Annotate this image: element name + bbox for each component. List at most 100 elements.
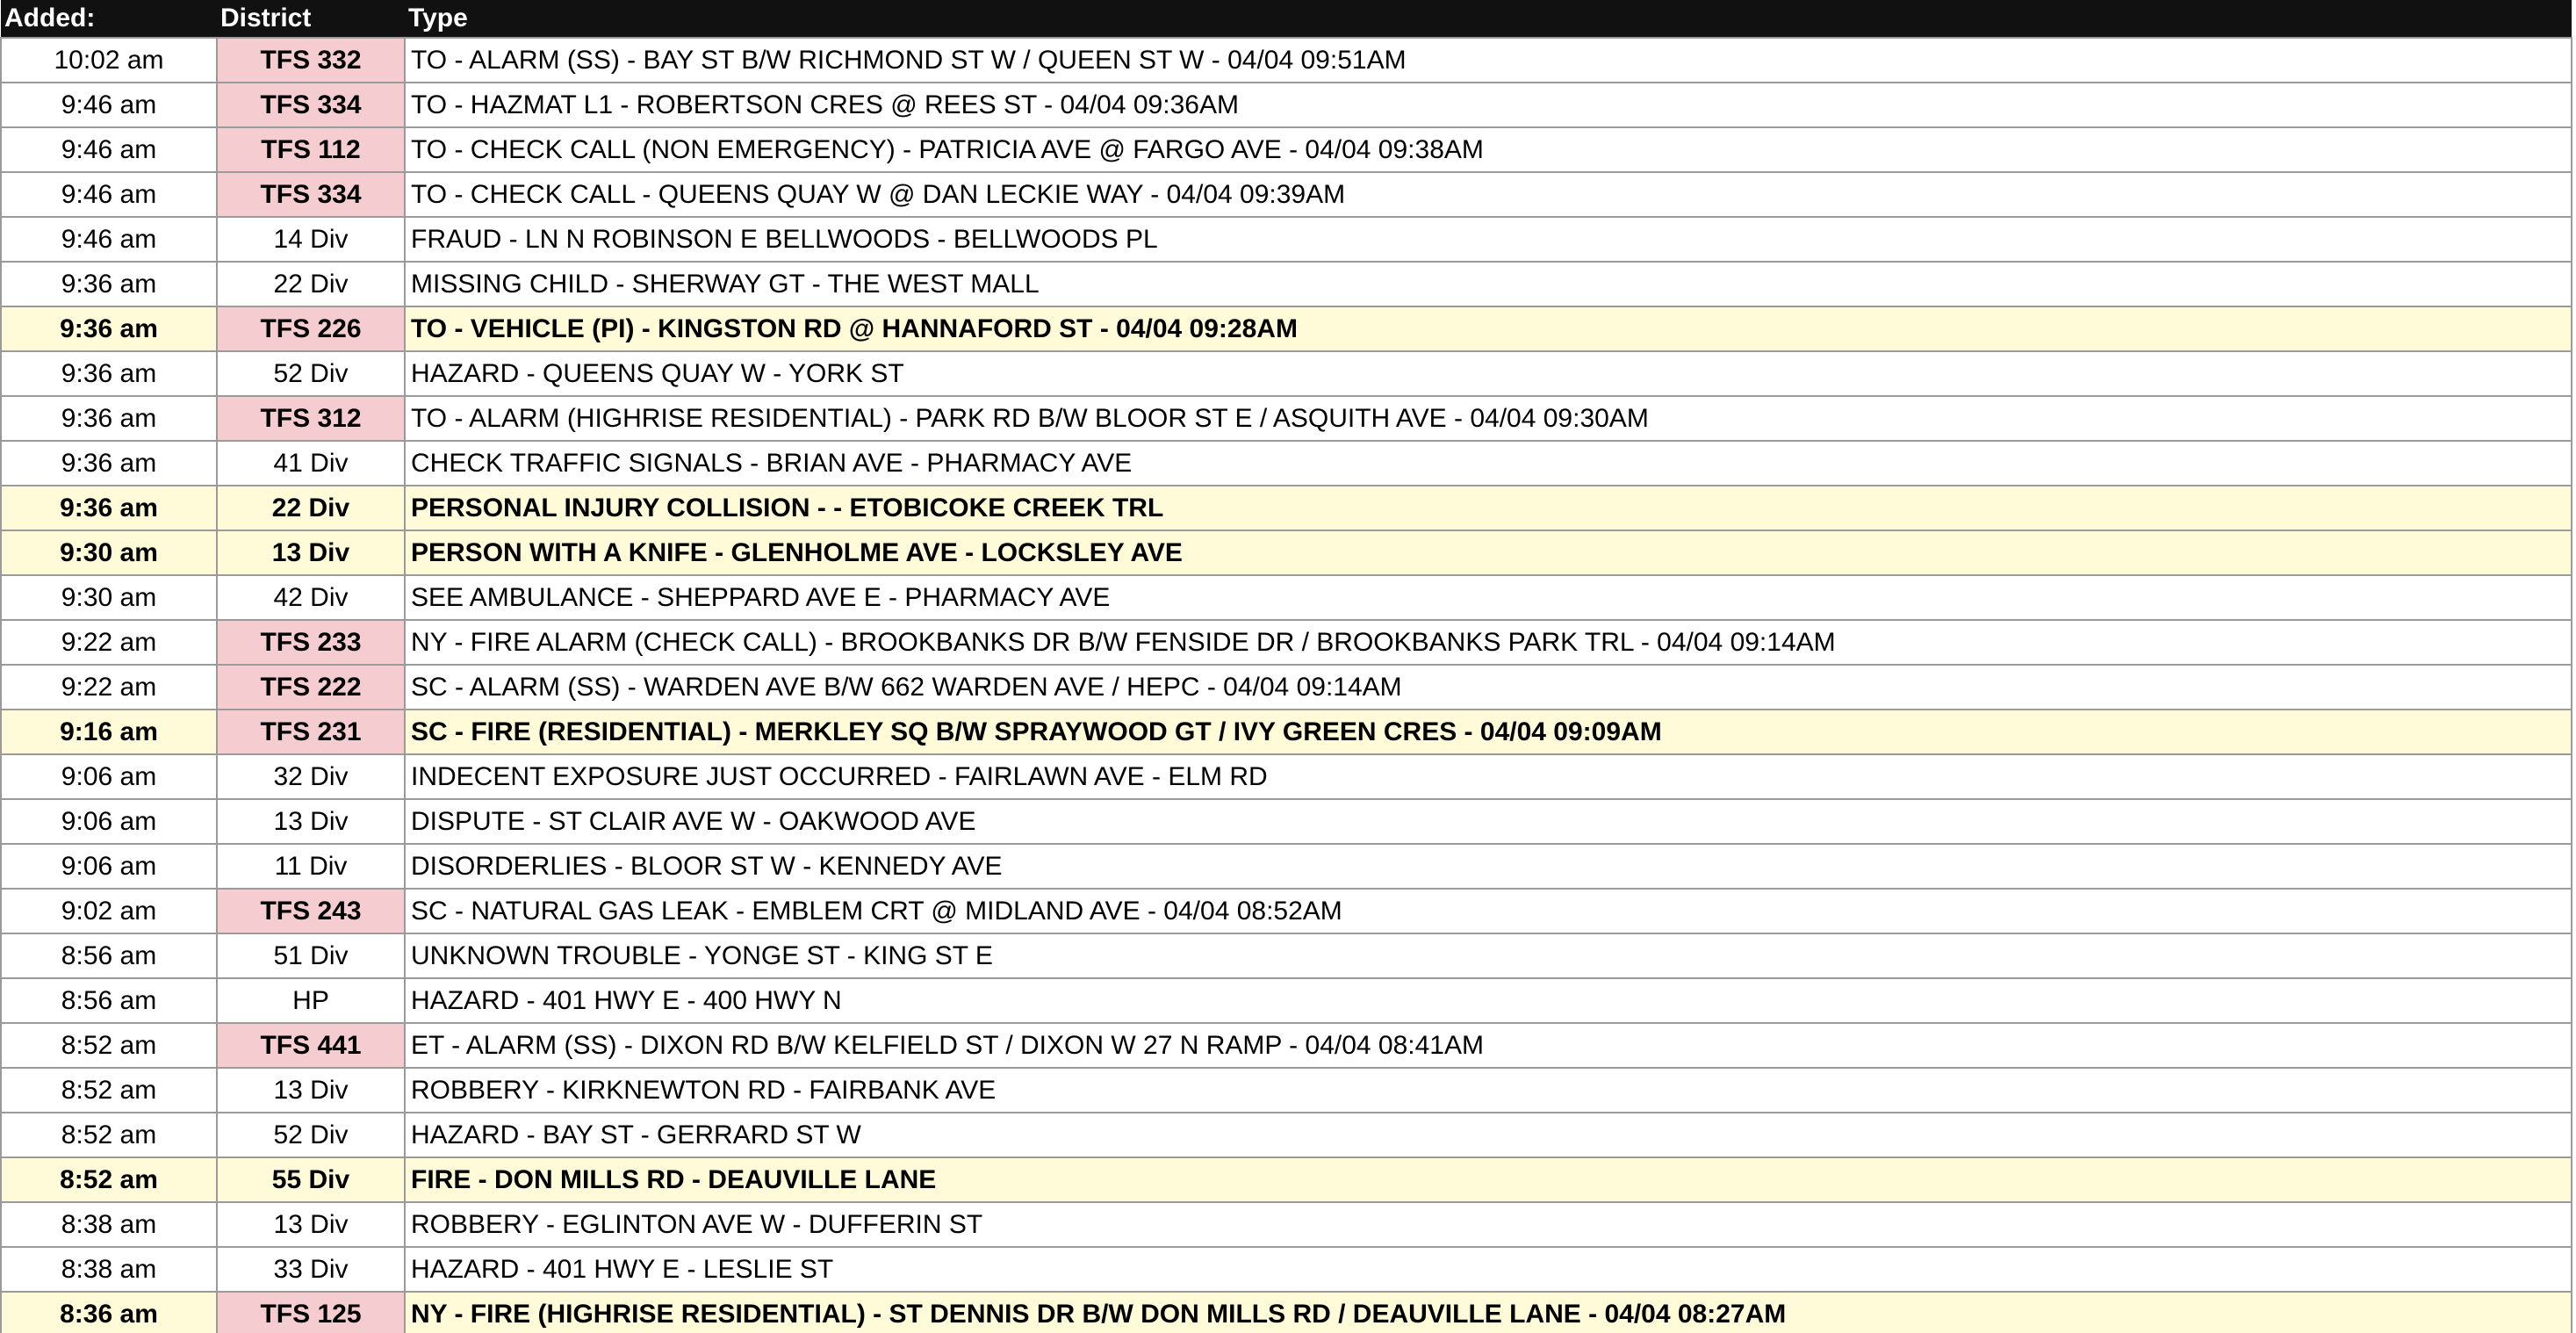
added-time-cell: 8:56 am — [0, 933, 218, 979]
district-cell: 22 Div — [216, 485, 406, 531]
type-cell: ROBBERY - KIRKNEWTON RD - FAIRBANK AVE — [404, 1067, 2572, 1113]
header-row: Added: District Type — [1, 0, 2572, 38]
type-cell: SC - FIRE (RESIDENTIAL) - MERKLEY SQ B/W… — [404, 709, 2572, 755]
table-row: 9:46 am TFS 112 TO - CHECK CALL (NON EMERG… — [0, 126, 2572, 173]
table-row: 8:38 am 33 Div HAZARD - 401 HWY E - LESLIE… — [0, 1246, 2572, 1293]
table-row: 8:38 am 13 Div ROBBERY - EGLINTON AVE W - … — [0, 1201, 2572, 1248]
added-time-cell: 8:52 am — [0, 1156, 218, 1203]
district-cell: 13 Div — [216, 1201, 406, 1248]
table-row: 9:46 am TFS 334 TO - HAZMAT L1 - ROBERTSON… — [0, 82, 2572, 128]
table-row: 9:36 am 41 Div CHECK TRAFFIC SIGNALS - BRI… — [0, 440, 2572, 486]
added-time-cell: 9:22 am — [0, 619, 218, 666]
district-cell: TFS 332 — [216, 37, 406, 83]
added-time-cell: 8:52 am — [0, 1112, 218, 1158]
district-cell: 52 Div — [216, 350, 406, 397]
table-row: 9:30 am 13 Div PERSON WITH A KNIFE - GLENH… — [0, 530, 2572, 576]
added-time-cell: 9:36 am — [0, 306, 218, 352]
district-cell: TFS 125 — [216, 1291, 406, 1333]
added-time-cell: 9:30 am — [0, 574, 218, 621]
added-time-cell: 9:36 am — [0, 440, 218, 486]
type-cell: DISPUTE - ST CLAIR AVE W - OAKWOOD AVE — [404, 798, 2572, 845]
type-cell: SC - NATURAL GAS LEAK - EMBLEM CRT @ MID… — [404, 888, 2572, 934]
added-time-cell: 9:06 am — [0, 798, 218, 845]
type-cell: DISORDERLIES - BLOOR ST W - KENNEDY AVE — [404, 843, 2572, 890]
table-row: 9:46 am TFS 334 TO - CHECK CALL - QUEENS Q… — [0, 171, 2572, 218]
table-row: 9:36 am TFS 312 TO - ALARM (HIGHRISE RESID… — [0, 395, 2572, 442]
table-row: 9:06 am 13 Div DISPUTE - ST CLAIR AVE W - … — [0, 798, 2572, 845]
table-row: 9:36 am 22 Div MISSING CHILD - SHERWAY GT … — [0, 261, 2572, 307]
added-time-cell: 9:36 am — [0, 261, 218, 307]
added-time-cell: 9:22 am — [0, 664, 218, 710]
type-cell: UNKNOWN TROUBLE - YONGE ST - KING ST E — [404, 933, 2572, 979]
table-row: 8:36 am TFS 125 NY - FIRE (HIGHRISE RESIDE… — [0, 1291, 2572, 1333]
type-cell: FIRE - DON MILLS RD - DEAUVILLE LANE — [404, 1156, 2572, 1203]
district-cell: TFS 334 — [216, 171, 406, 218]
added-time-cell: 9:46 am — [0, 126, 218, 173]
district-cell: 13 Div — [216, 798, 406, 845]
district-cell: TFS 441 — [216, 1022, 406, 1069]
type-cell: INDECENT EXPOSURE JUST OCCURRED - FAIRLA… — [404, 753, 2572, 800]
type-cell: HAZARD - BAY ST - GERRARD ST W — [404, 1112, 2572, 1158]
added-time-cell: 9:02 am — [0, 888, 218, 934]
table-row: 9:22 am TFS 233 NY - FIRE ALARM (CHECK CAL… — [0, 619, 2572, 666]
district-cell: 33 Div — [216, 1246, 406, 1293]
added-time-cell: 9:46 am — [0, 82, 218, 128]
type-cell: PERSONAL INJURY COLLISION - - ETOBICOKE … — [404, 485, 2572, 531]
table-row: 9:30 am 42 Div SEE AMBULANCE - SHEPPARD AV… — [0, 574, 2572, 621]
incident-table: Added: District Type 10:02 am TFS 332 TO -… — [0, 0, 2572, 1333]
added-time-cell: 8:38 am — [0, 1246, 218, 1293]
district-cell: 13 Div — [216, 530, 406, 576]
added-time-cell: 9:36 am — [0, 350, 218, 397]
type-cell: NY - FIRE (HIGHRISE RESIDENTIAL) - ST DE… — [404, 1291, 2572, 1333]
district-cell: TFS 233 — [216, 619, 406, 666]
district-cell: TFS 312 — [216, 395, 406, 442]
table-header: Added: District Type — [1, 0, 2572, 38]
table-row: 8:52 am TFS 441 ET - ALARM (SS) - DIXON RD… — [0, 1022, 2572, 1069]
type-cell: TO - VEHICLE (PI) - KINGSTON RD @ HANNAF… — [404, 306, 2572, 352]
type-cell: CHECK TRAFFIC SIGNALS - BRIAN AVE - PHAR… — [404, 440, 2572, 486]
table-row: 8:52 am 55 Div FIRE - DON MILLS RD - DEAUV… — [0, 1156, 2572, 1203]
district-cell: TFS 226 — [216, 306, 406, 352]
added-time-cell: 8:52 am — [0, 1022, 218, 1069]
type-cell: ET - ALARM (SS) - DIXON RD B/W KELFIELD … — [404, 1022, 2572, 1069]
type-cell: PERSON WITH A KNIFE - GLENHOLME AVE - LO… — [404, 530, 2572, 576]
header-type: Type — [405, 0, 2572, 38]
type-cell: TO - HAZMAT L1 - ROBERTSON CRES @ REES S… — [404, 82, 2572, 128]
table-row: 9:06 am 11 Div DISORDERLIES - BLOOR ST W -… — [0, 843, 2572, 890]
district-cell: 14 Div — [216, 216, 406, 263]
added-time-cell: 8:36 am — [0, 1291, 218, 1333]
district-cell: 42 Div — [216, 574, 406, 621]
table-row: 9:36 am 22 Div PERSONAL INJURY COLLISION -… — [0, 485, 2572, 531]
type-cell: FRAUD - LN N ROBINSON E BELLWOODS - BELL… — [404, 216, 2572, 263]
added-time-cell: 9:46 am — [0, 171, 218, 218]
added-time-cell: 9:36 am — [0, 485, 218, 531]
added-time-cell: 9:46 am — [0, 216, 218, 263]
header-added: Added: — [1, 0, 217, 38]
district-cell: 22 Div — [216, 261, 406, 307]
district-cell: TFS 112 — [216, 126, 406, 173]
table-row: 9:06 am 32 Div INDECENT EXPOSURE JUST OCCU… — [0, 753, 2572, 800]
header-district: District — [217, 0, 405, 38]
type-cell: ROBBERY - EGLINTON AVE W - DUFFERIN ST — [404, 1201, 2572, 1248]
type-cell: SC - ALARM (SS) - WARDEN AVE B/W 662 WAR… — [404, 664, 2572, 710]
district-cell: TFS 222 — [216, 664, 406, 710]
district-cell: TFS 334 — [216, 82, 406, 128]
type-cell: TO - ALARM (SS) - BAY ST B/W RICHMOND ST… — [404, 37, 2572, 83]
type-cell: HAZARD - 401 HWY E - LESLIE ST — [404, 1246, 2572, 1293]
table-row: 10:02 am TFS 332 TO - ALARM (SS) - BAY ST … — [0, 37, 2572, 83]
added-time-cell: 8:56 am — [0, 977, 218, 1024]
district-cell: TFS 231 — [216, 709, 406, 755]
table-row: 8:56 am 51 Div UNKNOWN TROUBLE - YONGE ST … — [0, 933, 2572, 979]
district-cell: 51 Div — [216, 933, 406, 979]
table-row: 9:36 am TFS 226 TO - VEHICLE (PI) - KINGST… — [0, 306, 2572, 352]
district-cell: 11 Div — [216, 843, 406, 890]
added-time-cell: 9:36 am — [0, 395, 218, 442]
added-time-cell: 10:02 am — [0, 37, 218, 83]
added-time-cell: 9:06 am — [0, 753, 218, 800]
district-cell: 41 Div — [216, 440, 406, 486]
table-body: 10:02 am TFS 332 TO - ALARM (SS) - BAY ST … — [0, 37, 2572, 1333]
table-row: 9:22 am TFS 222 SC - ALARM (SS) - WARDEN A… — [0, 664, 2572, 710]
type-cell: MISSING CHILD - SHERWAY GT - THE WEST MA… — [404, 261, 2572, 307]
district-cell: 32 Div — [216, 753, 406, 800]
district-cell: 13 Div — [216, 1067, 406, 1113]
